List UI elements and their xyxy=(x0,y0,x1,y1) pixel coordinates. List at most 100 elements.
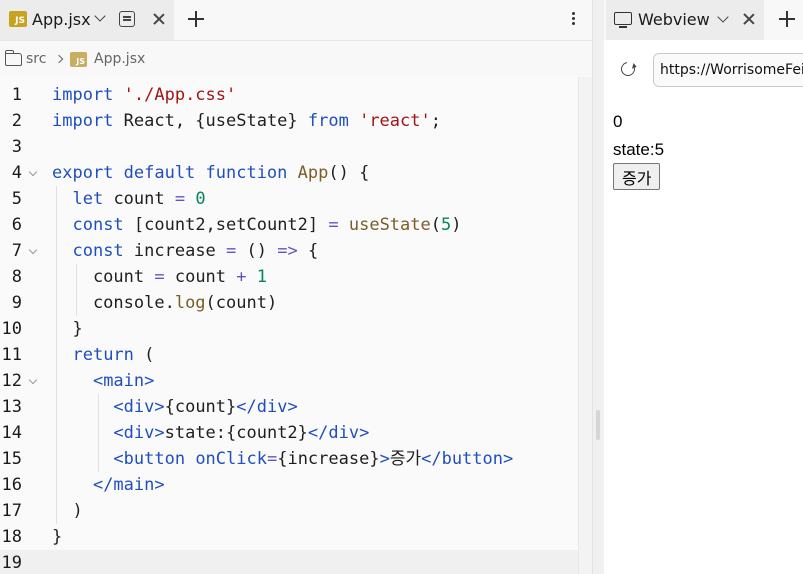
code-token: React, {useState} xyxy=(123,111,308,131)
line-number: 18 xyxy=(1,527,22,547)
webview-tab-bar: Webview xyxy=(604,0,803,40)
code-text: <button onClick={increase}>증가</button> xyxy=(52,446,513,472)
code-token: log xyxy=(174,293,206,313)
webview-pane: Webview https://WorrisomeFeisty 0 state:… xyxy=(604,0,803,574)
line-number: 5 xyxy=(11,189,22,209)
code-line[interactable]: 7 const increase = () => { xyxy=(0,238,578,264)
code-line[interactable]: 3 xyxy=(0,134,578,160)
reload-icon[interactable] xyxy=(618,59,638,79)
code-line[interactable]: 18} xyxy=(0,524,578,550)
tab-label: App.jsx xyxy=(32,10,91,29)
line-number: 13 xyxy=(1,397,22,417)
code-token: <div> xyxy=(113,423,165,443)
code-line[interactable]: 12 <main> xyxy=(0,368,578,394)
code-token: <button xyxy=(113,449,196,469)
line-number: 11 xyxy=(1,345,22,365)
code-line[interactable]: 11 return ( xyxy=(0,342,578,368)
code-text: <div>state:{count2}</div> xyxy=(52,420,369,446)
editor-tab-bar: JS App.jsx xyxy=(0,0,592,41)
line-number: 7 xyxy=(11,241,22,261)
code-line[interactable]: 19 xyxy=(0,550,578,574)
code-token: onClick xyxy=(195,449,267,469)
code-token: () { xyxy=(328,163,370,183)
breadcrumb-folder[interactable]: src xyxy=(26,51,46,67)
line-number: 17 xyxy=(1,501,22,521)
fold-chevron-icon[interactable] xyxy=(28,167,38,177)
code-line[interactable]: 14 <div>state:{count2}</div> xyxy=(0,420,578,446)
code-text: } xyxy=(52,524,62,550)
code-token: </div> xyxy=(236,397,298,417)
tab-webview[interactable]: Webview xyxy=(606,0,764,40)
code-line[interactable]: 15 <button onClick={increase}>증가</button… xyxy=(0,446,578,472)
fold-chevron-icon[interactable] xyxy=(28,245,38,255)
code-line[interactable]: 2 import React, {useState} from 'react'; xyxy=(0,108,578,134)
js-file-icon: JS xyxy=(70,52,87,67)
js-file-icon: JS xyxy=(9,11,27,27)
code-token: state:{count2} xyxy=(164,423,308,443)
code-line[interactable]: 6 const [count2,setCount2] = useState(5) xyxy=(0,212,578,238)
code-token: () xyxy=(246,241,278,261)
pane-divider[interactable] xyxy=(593,0,604,574)
tab-app-jsx[interactable]: JS App.jsx xyxy=(0,0,174,40)
code-token: import xyxy=(52,85,124,105)
split-editor-icon[interactable] xyxy=(119,11,135,27)
code-token: import xyxy=(52,111,124,131)
resize-handle[interactable] xyxy=(596,410,600,440)
chevron-down-icon[interactable] xyxy=(94,10,106,22)
code-token: = xyxy=(328,215,349,235)
code-token: {increase} xyxy=(277,449,380,469)
code-line[interactable]: 4 export default function App() { xyxy=(0,160,578,186)
close-tab-icon[interactable] xyxy=(153,13,165,25)
code-line[interactable]: 13 <div>{count}</div> xyxy=(0,394,578,420)
code-token: export default function xyxy=(52,163,298,183)
increase-button[interactable]: 증가 xyxy=(613,163,661,190)
code-line[interactable]: 16 </main> xyxy=(0,472,578,498)
url-bar[interactable]: https://WorrisomeFeisty xyxy=(653,53,803,87)
line-number: 2 xyxy=(11,111,22,131)
code-text: import React, {useState} from 'react'; xyxy=(52,108,441,134)
code-token: useState xyxy=(348,215,431,235)
code-token: ) xyxy=(52,501,83,521)
code-token: 1 xyxy=(256,267,267,287)
line-number: 19 xyxy=(1,553,22,573)
code-line[interactable]: 9 console.log(count) xyxy=(0,290,578,316)
code-token: = xyxy=(174,189,196,209)
chevron-down-icon[interactable] xyxy=(717,11,729,23)
code-line[interactable]: 10 } xyxy=(0,316,578,342)
code-line[interactable]: 1 import './App.css' xyxy=(0,82,578,108)
code-token: './App.css' xyxy=(123,85,237,105)
code-text: export default function App() { xyxy=(52,160,369,186)
code-token: } xyxy=(52,319,83,339)
more-options-icon[interactable] xyxy=(572,12,575,15)
close-tab-icon[interactable] xyxy=(743,13,755,25)
code-line[interactable]: 5 let count = 0 xyxy=(0,186,578,212)
code-token: console. xyxy=(52,293,175,313)
new-tab-plus-icon[interactable] xyxy=(188,11,204,27)
new-tab-plus-icon[interactable] xyxy=(779,11,795,27)
code-text: console.log(count) xyxy=(52,290,277,316)
breadcrumb-file[interactable]: App.jsx xyxy=(94,51,145,67)
code-token: + xyxy=(236,267,257,287)
output-state: state:5 xyxy=(613,140,665,159)
code-token: = xyxy=(226,241,247,261)
code-token: increase xyxy=(133,241,227,261)
code-token: const xyxy=(72,241,134,261)
code-text: count = count + 1 xyxy=(52,264,267,290)
code-token: ) xyxy=(451,215,462,235)
editor-scrollbar[interactable] xyxy=(578,77,592,574)
code-token: { xyxy=(307,241,319,261)
code-token: App xyxy=(297,163,329,183)
code-text: const increase = () => { xyxy=(52,238,318,264)
code-area[interactable]: 1 import './App.css' 2 import React, {useSt… xyxy=(0,82,578,574)
code-line[interactable]: 17 ) xyxy=(0,498,578,524)
line-number: 12 xyxy=(1,371,22,391)
code-token: <div> xyxy=(113,397,165,417)
code-line[interactable]: 8 count = count + 1 xyxy=(0,264,578,290)
fold-chevron-icon[interactable] xyxy=(28,375,38,385)
line-number: 8 xyxy=(11,267,22,287)
line-number: 10 xyxy=(1,319,22,339)
